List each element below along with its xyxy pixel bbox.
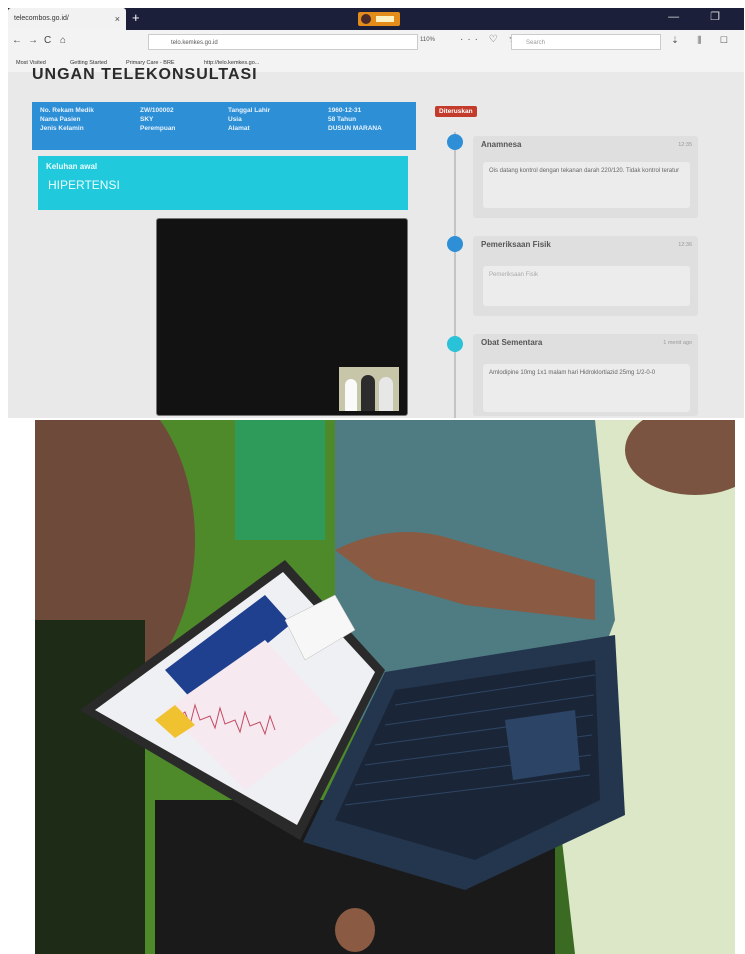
value-birth-date: 1960-12-31 [328,107,362,114]
zoom-level[interactable]: 110% [420,37,435,43]
page-content: UNGAN TELEKONSULTASI No. Rekam Medik Nam… [8,66,744,418]
video-call-area[interactable] [156,218,408,416]
browser-window: telecombos.go.id/ × + — ❐ ← → C ⌂ telo.k… [8,8,744,418]
forward-icon[interactable]: → [28,35,38,46]
patient-labels-2: Tanggal Lahir Usia Alamat [228,106,270,133]
toolbar-right-icons[interactable]: ⇣ ⫼ ☐ [671,35,736,46]
camera-icon [361,14,371,24]
person-figure [379,377,393,411]
self-view-video[interactable] [339,367,399,411]
person-green-shirt [235,420,325,540]
timeline-body: Amlodipine 10mg 1x1 malam hari Hidroklor… [483,364,690,412]
patient-labels-1: No. Rekam Medik Nama Pasien Jenis Kelami… [40,106,94,133]
timeline-time: 12:36 [678,242,692,248]
person-figure [361,375,375,411]
share-bar-icon [376,16,394,22]
tablet-photo [35,420,735,954]
label-age: Usia [228,116,242,123]
label-patient-name: Nama Pasien [40,116,81,123]
home-icon[interactable]: ⌂ [60,35,66,46]
label-gender: Jenis Kelamin [40,125,84,132]
status-badge: Diteruskan [435,106,477,117]
diagnosis-value: HIPERTENSI [48,178,120,192]
timeline-dot [447,236,463,252]
timeline-entry-obat: Obat Sementara 1 menit ago Amlodipine 10… [473,334,698,416]
trackpad [505,710,580,780]
label-address: Alamat [228,125,250,132]
value-patient-name: SKY [140,116,154,123]
navigation-bar: ← → C ⌂ telo.kemkes.go.id 110% ··· ♡ ★ S… [8,30,744,57]
patient-values-2: 1960-12-31 58 Tahun DUSUN MARANA [328,106,382,133]
search-input[interactable]: Search [511,34,661,50]
diagnosis-box: Keluhan awal HIPERTENSI [38,156,408,210]
value-gender: Perempuan [140,125,176,132]
url-text: telo.kemkes.go.id [171,40,218,46]
timeline-time: 1 menit ago [663,340,692,346]
page-title: UNGAN TELEKONSULTASI [32,66,258,83]
timeline-time: 12:35 [678,142,692,148]
timeline-entry-pemeriksaan: Pemeriksaan Fisik 12:36 Pemeriksaan Fisi… [473,236,698,316]
tab-title: telecombos.go.id/ [14,15,69,22]
reload-icon[interactable]: C [44,35,51,46]
close-icon[interactable]: × [115,8,120,30]
back-icon[interactable]: ← [12,35,22,46]
timeline-dot [447,336,463,352]
timeline-dot [447,134,463,150]
patient-values-1: ZW/100002 SKY Perempuan [140,106,175,133]
browser-tab[interactable]: telecombos.go.id/ × [8,8,126,30]
timeline-title: Obat Sementara [481,338,543,347]
person-figure [345,379,357,411]
photo-illustration [35,420,735,954]
new-tab-button[interactable]: + [132,10,140,25]
timeline-body: Pemeriksaan Fisik [483,266,690,306]
diagnosis-label: Keluhan awal [46,162,98,171]
tab-bar: telecombos.go.id/ × + — ❐ [8,8,744,30]
label-birth-date: Tanggal Lahir [228,107,271,114]
dark-clothing-left [35,620,145,954]
screen-share-indicator[interactable] [358,12,400,26]
url-bar[interactable]: telo.kemkes.go.id [148,34,418,50]
search-placeholder: Search [526,40,546,46]
label-medical-record: No. Rekam Medik [40,107,94,114]
timeline-title: Pemeriksaan Fisik [481,240,551,249]
value-age: 58 Tahun [328,116,357,123]
value-medical-record: ZW/100002 [140,107,174,114]
timeline-body: Ois datang kontrol dengan tekanan darah … [483,162,690,208]
foot [335,908,375,952]
timeline-entry-anamnesa: Anamnesa 12:35 Ois datang kontrol dengan… [473,136,698,218]
window-controls[interactable]: — ❐ [668,10,734,23]
timeline-title: Anamnesa [481,140,522,149]
timeline-line [454,132,456,418]
patient-info-panel: No. Rekam Medik Nama Pasien Jenis Kelami… [32,102,416,150]
value-address: DUSUN MARANA [328,125,382,132]
